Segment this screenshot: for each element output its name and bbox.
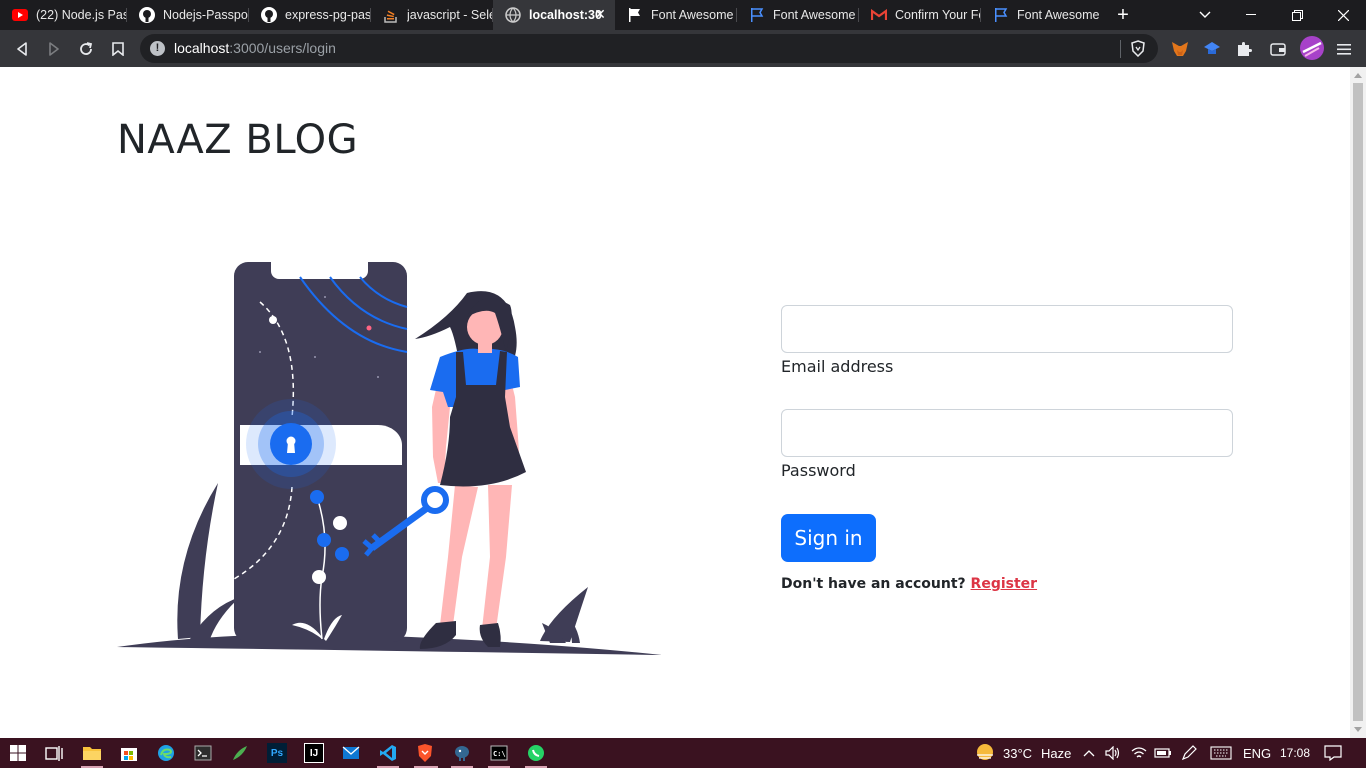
stackoverflow-icon xyxy=(383,7,399,23)
volume-icon[interactable] xyxy=(1105,738,1121,768)
tab-gmail[interactable]: Confirm Your Fo xyxy=(859,0,981,30)
tab-label: Font Awesome xyxy=(773,8,856,22)
github-icon xyxy=(139,7,155,23)
new-tab-button[interactable]: + xyxy=(1100,0,1146,30)
pen-icon[interactable] xyxy=(1181,738,1197,768)
flag-outline-icon xyxy=(993,7,1009,23)
minimize-button[interactable] xyxy=(1228,0,1274,30)
keyboard-icon[interactable] xyxy=(1210,738,1232,768)
weather-temp: 33°C xyxy=(1003,745,1033,761)
email-field[interactable] xyxy=(781,305,1233,353)
scroll-thumb[interactable] xyxy=(1353,83,1363,721)
tab-youtube[interactable]: (22) Node.js Pas xyxy=(0,0,127,30)
reload-button[interactable] xyxy=(75,38,97,60)
file-explorer-icon[interactable] xyxy=(82,743,102,763)
close-tab-icon[interactable]: ✕ xyxy=(593,7,607,21)
no-account-text: Don't have an account? Register xyxy=(781,576,1037,592)
tab-label: Confirm Your Fo xyxy=(895,8,981,22)
notifications-icon[interactable] xyxy=(1324,738,1342,768)
extension-hat-icon[interactable] xyxy=(1201,38,1223,60)
flag-icon xyxy=(627,7,643,23)
tab-stackoverflow[interactable]: javascript - Sele xyxy=(371,0,493,30)
restore-button[interactable] xyxy=(1274,0,1320,30)
clock[interactable]: 17:08 xyxy=(1280,738,1310,768)
tab-github-1[interactable]: Nodejs-Passport xyxy=(127,0,249,30)
language-indicator[interactable]: ENG xyxy=(1243,738,1271,768)
tab-github-2[interactable]: express-pg-pass xyxy=(249,0,371,30)
page-viewport: NAAZ BLOG Email address Password Sign in… xyxy=(0,67,1350,738)
profile-avatar[interactable] xyxy=(1300,36,1324,60)
tab-search-chevron-icon[interactable] xyxy=(1182,0,1228,30)
login-illustration xyxy=(117,262,662,655)
github-icon xyxy=(261,7,277,23)
tab-label: Font Awesome xyxy=(1017,8,1100,22)
tab-font-awesome-3[interactable]: Font Awesome xyxy=(981,0,1103,30)
store-icon[interactable] xyxy=(119,743,139,763)
back-button[interactable] xyxy=(11,38,33,60)
email-group: Email address xyxy=(781,305,1233,376)
terminal-icon[interactable] xyxy=(193,743,213,763)
tab-label: Font Awesome xyxy=(651,8,734,22)
svg-text:C:\: C:\ xyxy=(493,750,506,758)
tab-font-awesome-1[interactable]: Font Awesome xyxy=(615,0,737,30)
password-label: Password xyxy=(781,461,856,480)
email-label: Email address xyxy=(781,357,894,376)
tab-localhost-active[interactable]: localhost:30 ✕ xyxy=(493,0,615,30)
tab-label: javascript - Sele xyxy=(407,8,493,22)
close-window-button[interactable] xyxy=(1320,0,1366,30)
menu-icon[interactable] xyxy=(1333,38,1355,60)
youtube-icon xyxy=(12,7,28,23)
no-account-label: Don't have an account? xyxy=(781,576,966,592)
scroll-up-icon[interactable] xyxy=(1354,73,1362,78)
whatsapp-icon[interactable] xyxy=(526,743,546,763)
page-scrollbar[interactable] xyxy=(1350,67,1366,738)
extensions-puzzle-icon[interactable] xyxy=(1233,38,1255,60)
cmd-icon[interactable]: C:\ xyxy=(489,743,509,763)
scroll-down-icon[interactable] xyxy=(1354,727,1362,732)
weather-text: Haze xyxy=(1041,745,1072,761)
address-bar[interactable]: ! localhost:3000/users/login xyxy=(140,34,1158,63)
flag-outline-icon xyxy=(749,7,765,23)
wifi-icon[interactable] xyxy=(1131,738,1147,768)
mail-icon[interactable] xyxy=(341,743,361,763)
edge-icon[interactable] xyxy=(156,743,176,763)
feather-app-icon[interactable] xyxy=(230,743,250,763)
tab-font-awesome-2[interactable]: Font Awesome xyxy=(737,0,859,30)
browser-tab-strip: (22) Node.js Pas Nodejs-Passport express… xyxy=(0,0,1366,30)
bookmark-button[interactable] xyxy=(107,38,129,60)
show-hidden-icons-chevron-icon[interactable] xyxy=(1083,738,1095,768)
site-info-icon[interactable]: ! xyxy=(150,41,165,56)
register-link[interactable]: Register xyxy=(971,576,1038,592)
brave-shields-icon[interactable] xyxy=(1130,40,1146,62)
url-text[interactable]: localhost:3000/users/login xyxy=(174,40,336,56)
browser-toolbar: ! localhost:3000/users/login xyxy=(0,30,1366,67)
sign-in-button[interactable]: Sign in xyxy=(781,514,876,562)
vscode-icon[interactable] xyxy=(378,743,398,763)
password-field[interactable] xyxy=(781,409,1233,457)
photoshop-icon[interactable]: Ps xyxy=(267,743,287,763)
wallet-icon[interactable] xyxy=(1267,38,1289,60)
globe-icon xyxy=(505,7,521,23)
password-group: Password xyxy=(781,409,1233,480)
windows-start-icon[interactable] xyxy=(8,743,28,763)
weather-widget[interactable]: 33°C Haze xyxy=(975,738,1071,768)
tab-label: (22) Node.js Pas xyxy=(36,8,127,22)
postgresql-icon[interactable] xyxy=(452,743,472,763)
sun-haze-icon xyxy=(975,743,995,764)
battery-icon[interactable] xyxy=(1154,738,1172,768)
brave-browser-icon[interactable] xyxy=(415,743,435,763)
tab-label: localhost:30 xyxy=(529,8,602,22)
tab-label: Nodejs-Passport xyxy=(163,8,249,22)
forward-button[interactable] xyxy=(43,38,65,60)
task-view-icon[interactable] xyxy=(44,743,64,763)
brand-title: NAAZ BLOG xyxy=(117,117,359,163)
gmail-icon xyxy=(871,7,887,23)
windows-taskbar: Ps IJ C:\ 33°C Haze ENG 17:08 xyxy=(0,738,1366,768)
tab-label: express-pg-pass xyxy=(285,8,371,22)
intellij-icon[interactable]: IJ xyxy=(304,743,324,763)
metamask-icon[interactable] xyxy=(1169,38,1191,60)
